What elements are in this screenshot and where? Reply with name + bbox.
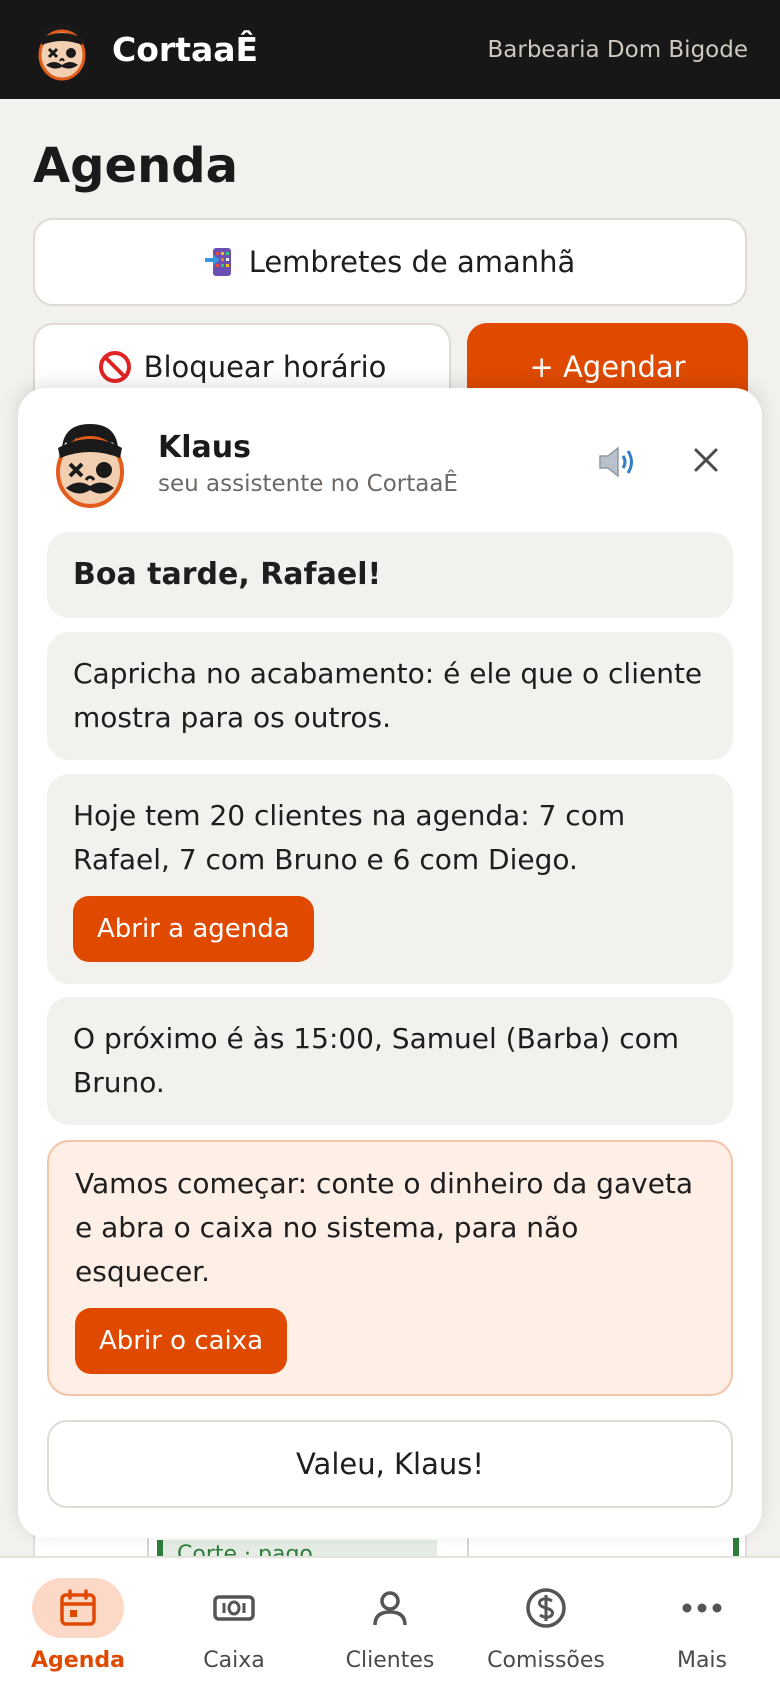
cash-prompt-text: Vamos começar: conte o dinheiro da gavet… [75, 1167, 694, 1288]
nav-item-caixa[interactable]: Caixa [156, 1558, 312, 1688]
nav-label-mais: Mais [676, 1648, 728, 1673]
phone-reminder-icon [204, 246, 237, 278]
app-brand: CortaaÊ [112, 30, 259, 69]
calendar-icon [32, 1578, 124, 1638]
nav-item-clientes[interactable]: Clientes [312, 1558, 468, 1688]
block-time-button-label: Bloquear horário [143, 350, 387, 384]
bottom-nav: Agenda Caixa Clientes Comissões Mais [0, 1556, 780, 1688]
nav-item-agenda[interactable]: Agenda [0, 1558, 156, 1688]
person-icon [344, 1578, 436, 1638]
prohibited-icon [98, 350, 132, 384]
speaker-icon[interactable] [596, 444, 640, 480]
reminders-button-label: Lembretes de amanhã [248, 245, 576, 279]
top-bar: CortaaÊ Barbearia Dom Bigode [0, 0, 780, 99]
summary-message: Hoje tem 20 clientes na agenda: 7 com Ra… [47, 774, 733, 984]
close-icon[interactable] [686, 440, 726, 480]
open-agenda-button[interactable]: Abrir a agenda [73, 896, 314, 962]
mascot-logo-icon [38, 22, 86, 80]
nav-label-clientes: Clientes [345, 1648, 435, 1673]
tip-message: Capricha no acabamento: é ele que o clie… [47, 632, 733, 760]
open-cash-message: Vamos começar: conte o dinheiro da gavet… [47, 1140, 733, 1396]
assistant-sheet: Klaus seu assistente no CortaaÊ Boa tard… [18, 388, 762, 1538]
greeting-message: Boa tarde, Rafael! [47, 532, 733, 618]
summary-text: Hoje tem 20 clientes na agenda: 7 com Ra… [73, 799, 626, 876]
more-dots-icon [656, 1578, 748, 1638]
page-title: Agenda [33, 138, 238, 194]
assistant-name: Klaus [158, 430, 251, 465]
nav-label-agenda: Agenda [31, 1648, 125, 1673]
reminders-button[interactable]: Lembretes de amanhã [33, 218, 747, 306]
next-appointment-message: O próximo é às 15:00, Samuel (Barba) com… [47, 997, 733, 1125]
nav-label-caixa: Caixa [203, 1648, 265, 1673]
open-cash-button[interactable]: Abrir o caixa [75, 1308, 288, 1374]
assistant-avatar-icon [56, 424, 124, 508]
shop-name: Barbearia Dom Bigode [487, 36, 748, 63]
nav-item-mais[interactable]: Mais [624, 1558, 780, 1688]
dollar-circle-icon [500, 1578, 592, 1638]
assistant-subtitle: seu assistente no CortaaÊ [158, 471, 458, 497]
cash-icon [188, 1578, 280, 1638]
nav-item-comissoes[interactable]: Comissões [468, 1558, 624, 1688]
thanks-button[interactable]: Valeu, Klaus! [47, 1420, 733, 1508]
nav-label-comissoes: Comissões [487, 1648, 605, 1673]
